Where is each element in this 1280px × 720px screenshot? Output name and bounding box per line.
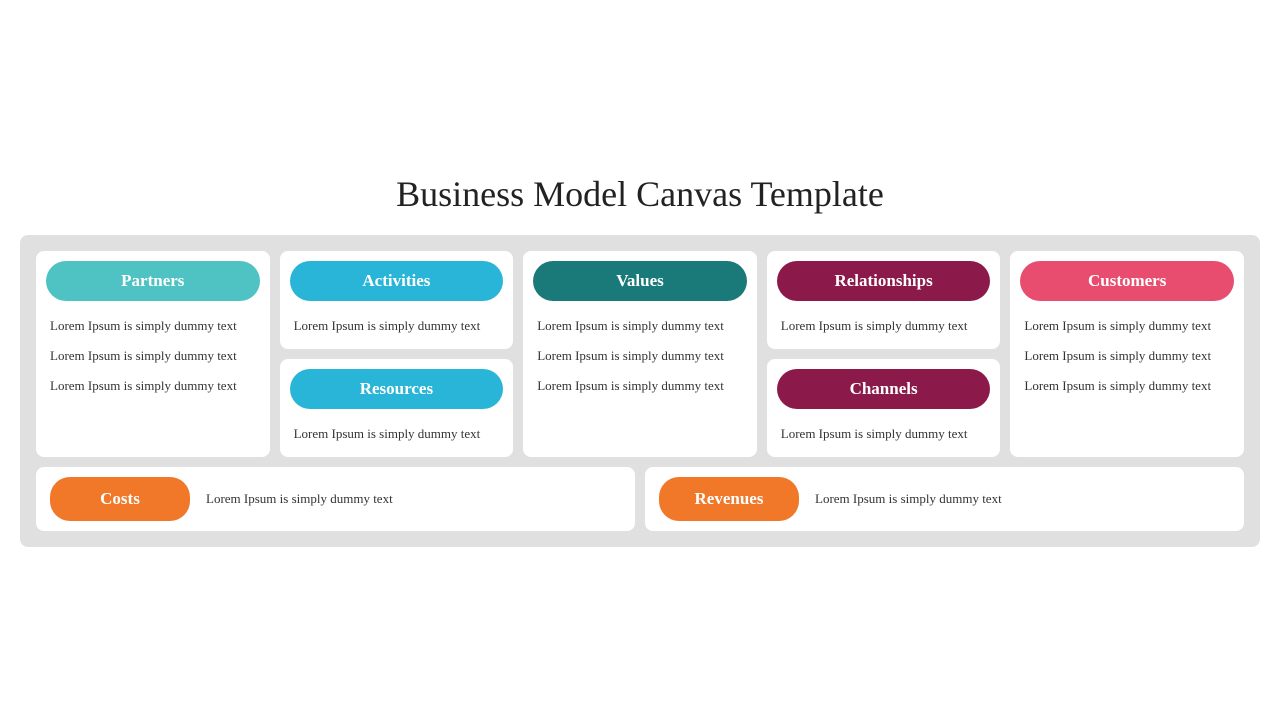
activities-text-1: Lorem Ipsum is simply dummy text <box>294 317 500 335</box>
page-title: Business Model Canvas Template <box>20 173 1260 215</box>
col-customers: Customers Lorem Ipsum is simply dummy te… <box>1010 251 1244 457</box>
revenues-text: Lorem Ipsum is simply dummy text <box>815 491 1002 507</box>
channels-body: Lorem Ipsum is simply dummy text <box>767 417 1001 457</box>
activities-body: Lorem Ipsum is simply dummy text <box>280 309 514 349</box>
activities-header: Activities <box>290 261 504 301</box>
resources-header: Resources <box>290 369 504 409</box>
costs-text: Lorem Ipsum is simply dummy text <box>206 491 393 507</box>
card-customers: Customers Lorem Ipsum is simply dummy te… <box>1010 251 1244 457</box>
relationships-body: Lorem Ipsum is simply dummy text <box>767 309 1001 349</box>
costs-label: Costs <box>50 477 190 521</box>
top-section: Partners Lorem Ipsum is simply dummy tex… <box>36 251 1244 457</box>
customers-text-2: Lorem Ipsum is simply dummy text <box>1024 347 1230 365</box>
partners-header: Partners <box>46 261 260 301</box>
bottom-bar: Costs Lorem Ipsum is simply dummy text R… <box>36 467 1244 531</box>
col-activities-resources: Activities Lorem Ipsum is simply dummy t… <box>280 251 514 457</box>
costs-card: Costs Lorem Ipsum is simply dummy text <box>36 467 635 531</box>
relationships-text-1: Lorem Ipsum is simply dummy text <box>781 317 987 335</box>
channels-header: Channels <box>777 369 991 409</box>
customers-header: Customers <box>1020 261 1234 301</box>
card-partners: Partners Lorem Ipsum is simply dummy tex… <box>36 251 270 457</box>
partners-body: Lorem Ipsum is simply dummy text Lorem I… <box>36 309 270 457</box>
partners-text-2: Lorem Ipsum is simply dummy text <box>50 347 256 365</box>
card-values: Values Lorem Ipsum is simply dummy text … <box>523 251 757 457</box>
relationships-header: Relationships <box>777 261 991 301</box>
customers-text-1: Lorem Ipsum is simply dummy text <box>1024 317 1230 335</box>
canvas-container: Partners Lorem Ipsum is simply dummy tex… <box>20 235 1260 547</box>
resources-body: Lorem Ipsum is simply dummy text <box>280 417 514 457</box>
card-resources: Resources Lorem Ipsum is simply dummy te… <box>280 359 514 457</box>
col-partners: Partners Lorem Ipsum is simply dummy tex… <box>36 251 270 457</box>
col-values: Values Lorem Ipsum is simply dummy text … <box>523 251 757 457</box>
customers-text-3: Lorem Ipsum is simply dummy text <box>1024 377 1230 395</box>
col-relationships-channels: Relationships Lorem Ipsum is simply dumm… <box>767 251 1001 457</box>
revenues-label: Revenues <box>659 477 799 521</box>
card-channels: Channels Lorem Ipsum is simply dummy tex… <box>767 359 1001 457</box>
page-wrapper: Business Model Canvas Template Partners … <box>20 173 1260 547</box>
values-text-3: Lorem Ipsum is simply dummy text <box>537 377 743 395</box>
customers-body: Lorem Ipsum is simply dummy text Lorem I… <box>1010 309 1244 457</box>
partners-text-3: Lorem Ipsum is simply dummy text <box>50 377 256 395</box>
card-relationships: Relationships Lorem Ipsum is simply dumm… <box>767 251 1001 349</box>
values-body: Lorem Ipsum is simply dummy text Lorem I… <box>523 309 757 457</box>
resources-text-1: Lorem Ipsum is simply dummy text <box>294 425 500 443</box>
values-text-2: Lorem Ipsum is simply dummy text <box>537 347 743 365</box>
revenues-card: Revenues Lorem Ipsum is simply dummy tex… <box>645 467 1244 531</box>
card-activities: Activities Lorem Ipsum is simply dummy t… <box>280 251 514 349</box>
values-text-1: Lorem Ipsum is simply dummy text <box>537 317 743 335</box>
values-header: Values <box>533 261 747 301</box>
channels-text-1: Lorem Ipsum is simply dummy text <box>781 425 987 443</box>
partners-text-1: Lorem Ipsum is simply dummy text <box>50 317 256 335</box>
